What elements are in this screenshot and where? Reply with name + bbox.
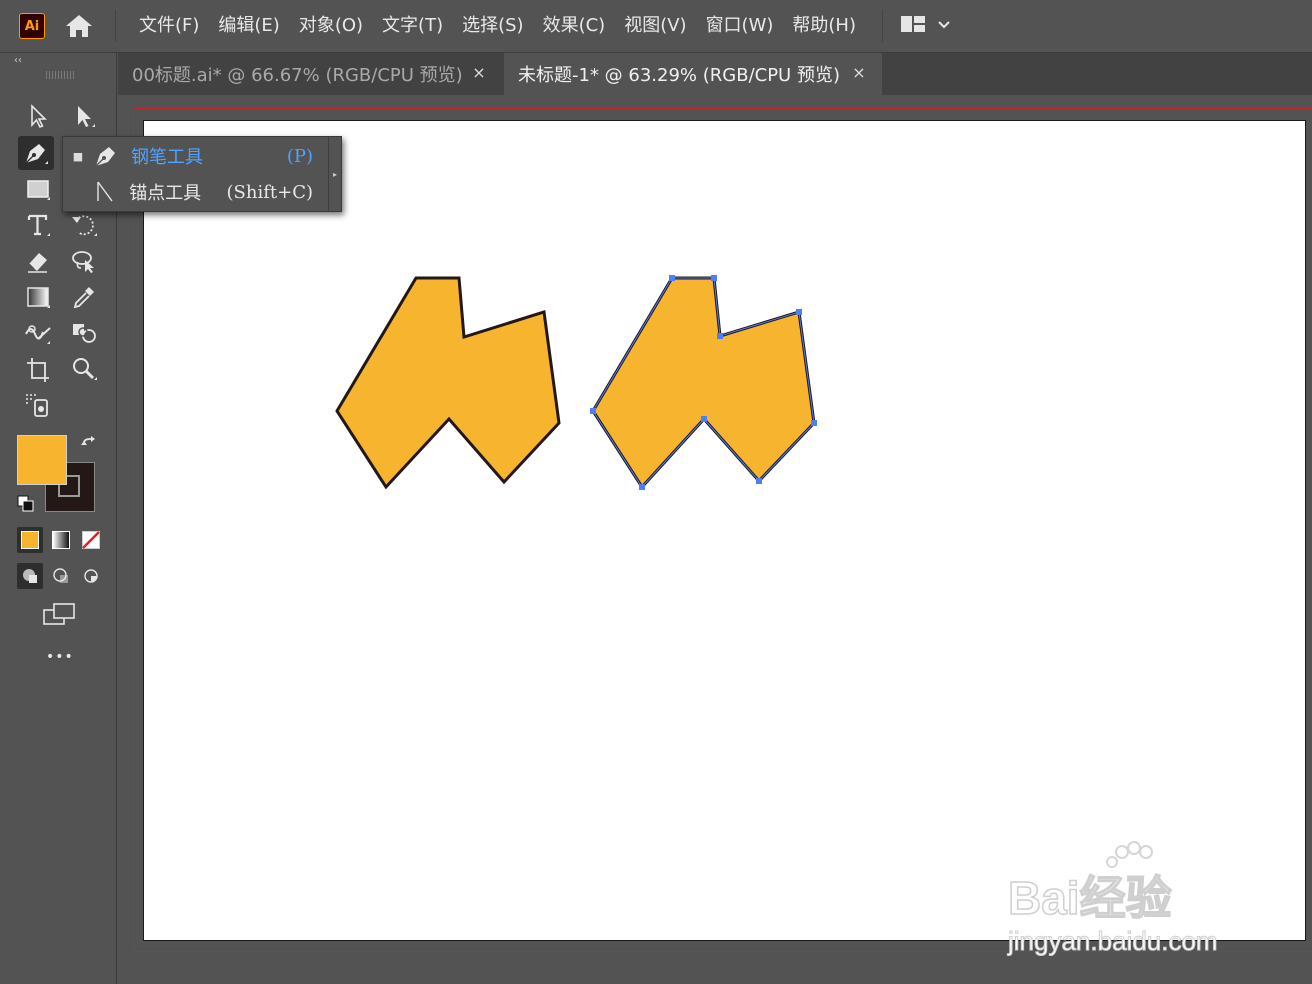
close-icon[interactable]: × [850,64,868,82]
none-color-icon [82,531,100,549]
close-icon[interactable]: × [470,64,488,82]
draw-inside-icon [84,569,98,583]
flyout-item-label: 锚点工具 [129,183,202,204]
polygon-shape-1[interactable] [335,276,561,490]
menu-effect[interactable]: 效果(C) [534,0,616,52]
color-mode-button[interactable] [17,527,43,553]
draw-normal-icon [23,569,37,583]
workspace-switcher-icon[interactable] [900,14,956,38]
rectangle-tool-icon[interactable] [20,172,56,206]
blend-tool-icon[interactable] [20,316,56,350]
polygon-shape-2[interactable] [590,275,817,490]
more-tools-icon[interactable]: ••• [46,649,74,665]
screen-mode-icon[interactable] [42,602,78,628]
type-tool-icon[interactable] [20,208,56,242]
rotate-tool-icon[interactable] [66,208,102,242]
draw-normal-button[interactable] [17,563,43,589]
draw-behind-icon [53,568,68,583]
collapse-panel-icon[interactable]: ‹‹ [14,55,22,66]
draw-behind-button[interactable] [48,563,74,589]
selection-tool-icon[interactable] [20,99,56,133]
flyout-item-label: 钢笔工具 [131,147,203,168]
eyedropper-tool-icon[interactable] [66,280,102,314]
document-tab-bar: 00标题.ai* @ 66.67% (RGB/CPU 预览) × 未标题-1* … [118,53,1312,95]
pen-icon [93,141,131,171]
artboard[interactable] [143,120,1306,941]
menu-separator [115,10,116,42]
menu-view[interactable]: 视图(V) [615,0,696,52]
illustrator-logo-icon: Ai [19,13,45,39]
flyout-item-shortcut: (P) [286,145,313,167]
menu-file[interactable]: 文件(F) [130,0,209,52]
pen-tool-flyout: ■ 钢笔工具 (P) 锚点工具 (Shift+C) ▸ [62,136,342,212]
menu-type[interactable]: 文字(T) [373,0,453,52]
gradient-mode-icon [52,531,70,549]
lasso-tool-icon[interactable] [66,244,102,278]
menu-edit[interactable]: 编辑(E) [209,0,289,52]
tab-label: 00标题.ai* @ 66.67% (RGB/CPU 预览) [132,65,463,86]
panel-grip[interactable] [46,71,76,79]
tab-untitled-1[interactable]: 未标题-1* @ 63.29% (RGB/CPU 预览) × [504,53,882,95]
pen-tool-icon[interactable] [18,136,54,170]
gradient-tool-icon[interactable] [20,280,56,314]
fill-swatch-front[interactable] [17,435,67,485]
menu-select[interactable]: 选择(S) [453,0,533,52]
default-fill-stroke-icon[interactable] [17,495,35,513]
tab-00-title[interactable]: 00标题.ai* @ 66.67% (RGB/CPU 预览) × [118,53,502,95]
eraser-tool-icon[interactable] [20,244,56,278]
artboard-tool-icon[interactable] [20,352,56,386]
direct-selection-tool-icon[interactable] [66,99,102,133]
shape-builder-tool-icon[interactable] [66,316,102,350]
swap-fill-stroke-icon[interactable] [80,435,100,455]
gradient-mode-button[interactable] [48,527,74,553]
anchor-point-icon [92,177,129,207]
home-icon[interactable] [64,12,94,40]
zoom-tool-icon[interactable] [66,352,102,386]
flyout-item-shortcut: (Shift+C) [226,181,313,203]
tear-off-arrow-icon[interactable]: ▸ [328,137,341,211]
flyout-item-pen-tool[interactable]: ■ 钢笔工具 (P) [63,138,329,174]
selected-bullet: ■ [72,149,84,163]
menu-window[interactable]: 窗口(W) [697,0,784,52]
flyout-item-anchor-point-tool[interactable]: 锚点工具 (Shift+C) [63,174,329,210]
menu-help[interactable]: 帮助(H) [783,0,866,52]
main-menu: 文件(F) 编辑(E) 对象(O) 文字(T) 选择(S) 效果(C) 视图(V… [130,0,866,52]
color-mode-icon [21,531,39,549]
symbol-sprayer-tool-icon[interactable] [20,388,56,422]
tab-label: 未标题-1* @ 63.29% (RGB/CPU 预览) [518,65,840,86]
menu-bar: Ai 文件(F) 编辑(E) 对象(O) 文字(T) 选择(S) 效果(C) 视… [0,0,1312,53]
none-mode-button[interactable] [78,527,104,553]
menu-object[interactable]: 对象(O) [290,0,373,52]
menu-separator [882,10,883,42]
draw-inside-button[interactable] [78,563,104,589]
